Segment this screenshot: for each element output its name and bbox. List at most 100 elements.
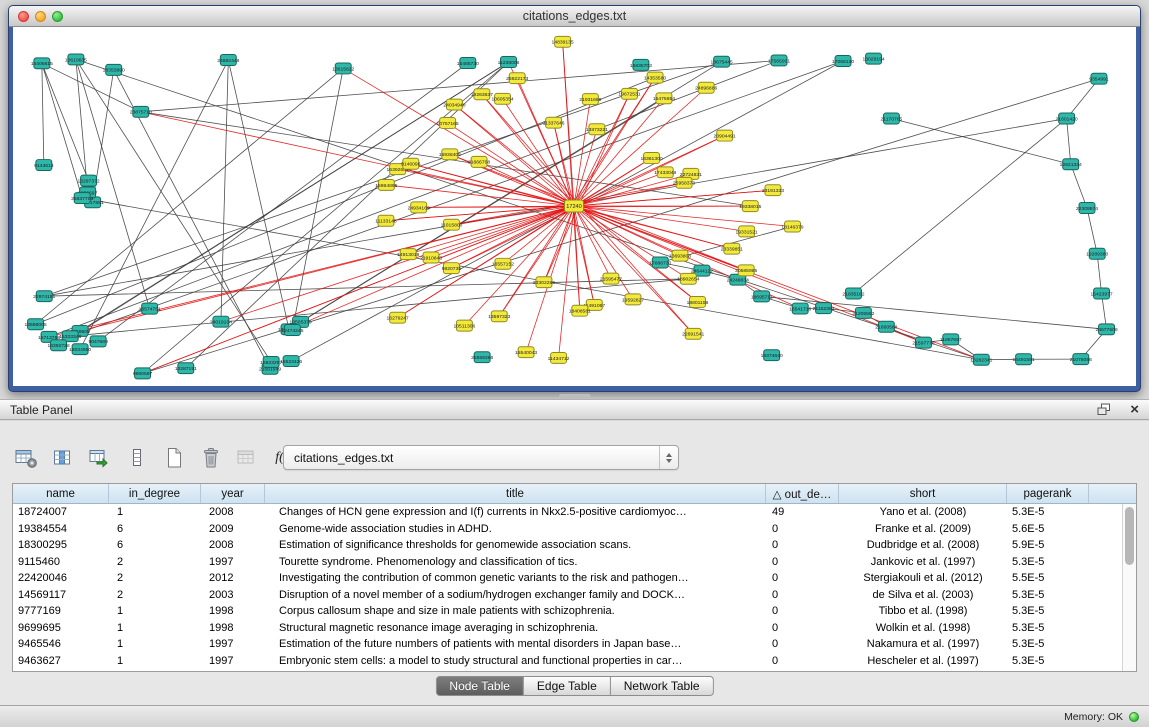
- tab-node-table[interactable]: Node Table: [435, 676, 524, 696]
- cell-pagerank: 5.5E-5: [1007, 572, 1089, 584]
- svg-text:16361300: 16361300: [640, 156, 662, 162]
- table-row[interactable]: 2242004622012Investigating the contribut…: [13, 570, 1136, 587]
- svg-text:16835703: 16835703: [630, 63, 652, 69]
- svg-text:15475654: 15475654: [653, 96, 675, 102]
- cell-short: Nakamura et al. (1997): [839, 638, 1007, 650]
- cell-pagerank: 5.3E-5: [1007, 556, 1089, 568]
- table-row[interactable]: 1456911722003Disruption of a novel membe…: [13, 587, 1136, 604]
- svg-text:9860587: 9860587: [133, 371, 153, 377]
- float-panel-icon[interactable]: [1092, 398, 1116, 422]
- memory-status-label: Memory: OK: [1064, 711, 1123, 723]
- tab-edge-table[interactable]: Edge Table: [524, 676, 611, 696]
- table-row[interactable]: 911546021997Tourette syndrome. Phenomeno…: [13, 554, 1136, 571]
- svg-text:17240: 17240: [566, 204, 581, 210]
- svg-text:18675445: 18675445: [711, 60, 733, 66]
- svg-text:10605354: 10605354: [491, 97, 513, 103]
- cell-out_de: 0: [766, 622, 839, 634]
- svg-text:22309574: 22309574: [1076, 206, 1098, 212]
- cell-in_degree: 1: [109, 655, 201, 667]
- svg-text:18146379: 18146379: [781, 224, 803, 230]
- svg-text:23339851: 23339851: [721, 247, 743, 253]
- table-row[interactable]: 1830029562008Estimation of significance …: [13, 537, 1136, 554]
- table-row[interactable]: 977716911998Corpus callosum shape and si…: [13, 603, 1136, 620]
- panel-splitter-handle[interactable]: [559, 394, 591, 398]
- column-header-name[interactable]: name: [13, 484, 109, 503]
- svg-text:23191333: 23191333: [762, 188, 784, 194]
- cell-in_degree: 2: [109, 589, 201, 601]
- delete-table-icon[interactable]: [199, 446, 223, 470]
- table-scrollbar[interactable]: [1122, 504, 1136, 671]
- svg-text:22691541: 22691541: [682, 332, 704, 338]
- svg-text:24248834: 24248834: [727, 278, 749, 284]
- cell-in_degree: 1: [109, 622, 201, 634]
- svg-text:24896886: 24896886: [695, 86, 717, 92]
- svg-text:18801158: 18801158: [687, 300, 709, 306]
- window-titlebar[interactable]: citations_edges.txt: [9, 6, 1140, 27]
- row-tools-icon[interactable]: [125, 446, 149, 470]
- svg-text:13282341: 13282341: [970, 358, 992, 364]
- show-columns-icon[interactable]: [51, 446, 75, 470]
- svg-text:10757165: 10757165: [437, 121, 459, 127]
- svg-text:9047689: 9047689: [88, 339, 108, 345]
- table-row[interactable]: 946554611997Estimation of the future num…: [13, 636, 1136, 653]
- table-row[interactable]: 969969511998Structural magnetic resonanc…: [13, 620, 1136, 637]
- network-canvas[interactable]: 9860587157137589859505135980051603495015…: [13, 27, 1136, 386]
- cell-title: Investigating the contribution of common…: [265, 572, 766, 584]
- cell-in_degree: 6: [109, 539, 201, 551]
- svg-text:21835182: 21835182: [842, 291, 864, 297]
- svg-text:18408581: 18408581: [569, 309, 591, 315]
- svg-text:15523426: 15523426: [280, 359, 302, 365]
- cell-pagerank: 5.3E-5: [1007, 622, 1089, 634]
- cell-pagerank: 5.6E-5: [1007, 523, 1089, 535]
- column-header-filler: [1089, 484, 1136, 503]
- cell-short: Hescheler et al. (1997): [839, 655, 1007, 667]
- tab-network-table[interactable]: Network Table: [611, 676, 714, 696]
- cell-out_de: 0: [766, 589, 839, 601]
- cell-out_de: 0: [766, 523, 839, 535]
- svg-text:14392728: 14392728: [47, 343, 69, 349]
- svg-text:21597776: 21597776: [912, 341, 934, 347]
- scrollbar-thumb[interactable]: [1125, 507, 1134, 565]
- cell-in_degree: 1: [109, 638, 201, 650]
- svg-text:24934169: 24934169: [408, 205, 430, 211]
- svg-text:12287191: 12287191: [175, 366, 197, 372]
- svg-text:21595477: 21595477: [600, 276, 622, 282]
- column-header-year[interactable]: year: [201, 484, 265, 503]
- close-panel-icon[interactable]: ×: [1130, 402, 1139, 417]
- cell-out_de: 49: [766, 506, 839, 518]
- table-row[interactable]: 1872400712008Changes of HCN gene express…: [13, 504, 1136, 521]
- cell-title: Genome-wide association studies in ADHD.: [265, 523, 766, 535]
- cell-short: Stergiakouli et al. (2012): [839, 572, 1007, 584]
- table-row[interactable]: 946362711997Embryonic stem cells: a mode…: [13, 653, 1136, 670]
- create-table-icon[interactable]: [162, 446, 186, 470]
- cell-out_de: 0: [766, 556, 839, 568]
- table-options-icon[interactable]: [14, 446, 38, 470]
- column-header-pagerank[interactable]: pagerank: [1007, 484, 1089, 503]
- svg-text:11867697: 11867697: [940, 337, 962, 343]
- svg-text:9146096: 9146096: [401, 162, 421, 168]
- svg-text:9354991: 9354991: [1089, 77, 1109, 83]
- table-tabs: Node Table Edge Table Network Table: [435, 676, 713, 696]
- table-row[interactable]: 1938455462009Genome-wide association stu…: [13, 521, 1136, 538]
- cell-name: 18724007: [13, 506, 109, 518]
- svg-text:21860588: 21860588: [875, 325, 897, 331]
- cell-short: de Silva et al. (2003): [839, 589, 1007, 601]
- cell-year: 2003: [201, 589, 265, 601]
- column-header-short[interactable]: short: [839, 484, 1007, 503]
- svg-text:23875710: 23875710: [130, 110, 152, 116]
- svg-text:21205552: 21205552: [852, 311, 874, 317]
- network-window: citations_edges.txt 98605871571375898595…: [8, 5, 1141, 392]
- column-header-title[interactable]: title: [265, 484, 766, 503]
- svg-text:15540043: 15540043: [515, 350, 537, 356]
- svg-text:11133148: 11133148: [375, 219, 397, 225]
- column-header-in_degree[interactable]: in_degree: [109, 484, 201, 503]
- column-header-out_de[interactable]: △ out_de…: [766, 484, 839, 503]
- table-toolbar: f(x): [14, 443, 297, 473]
- svg-text:15333348: 15333348: [59, 334, 81, 340]
- cell-pagerank: 5.9E-5: [1007, 539, 1089, 551]
- import-table-icon[interactable]: [88, 446, 112, 470]
- cell-year: 2008: [201, 506, 265, 518]
- svg-text:15423977: 15423977: [1090, 291, 1112, 297]
- table-selector-dropdown[interactable]: citations_edges.txt: [283, 445, 679, 470]
- svg-text:24019104: 24019104: [210, 320, 232, 326]
